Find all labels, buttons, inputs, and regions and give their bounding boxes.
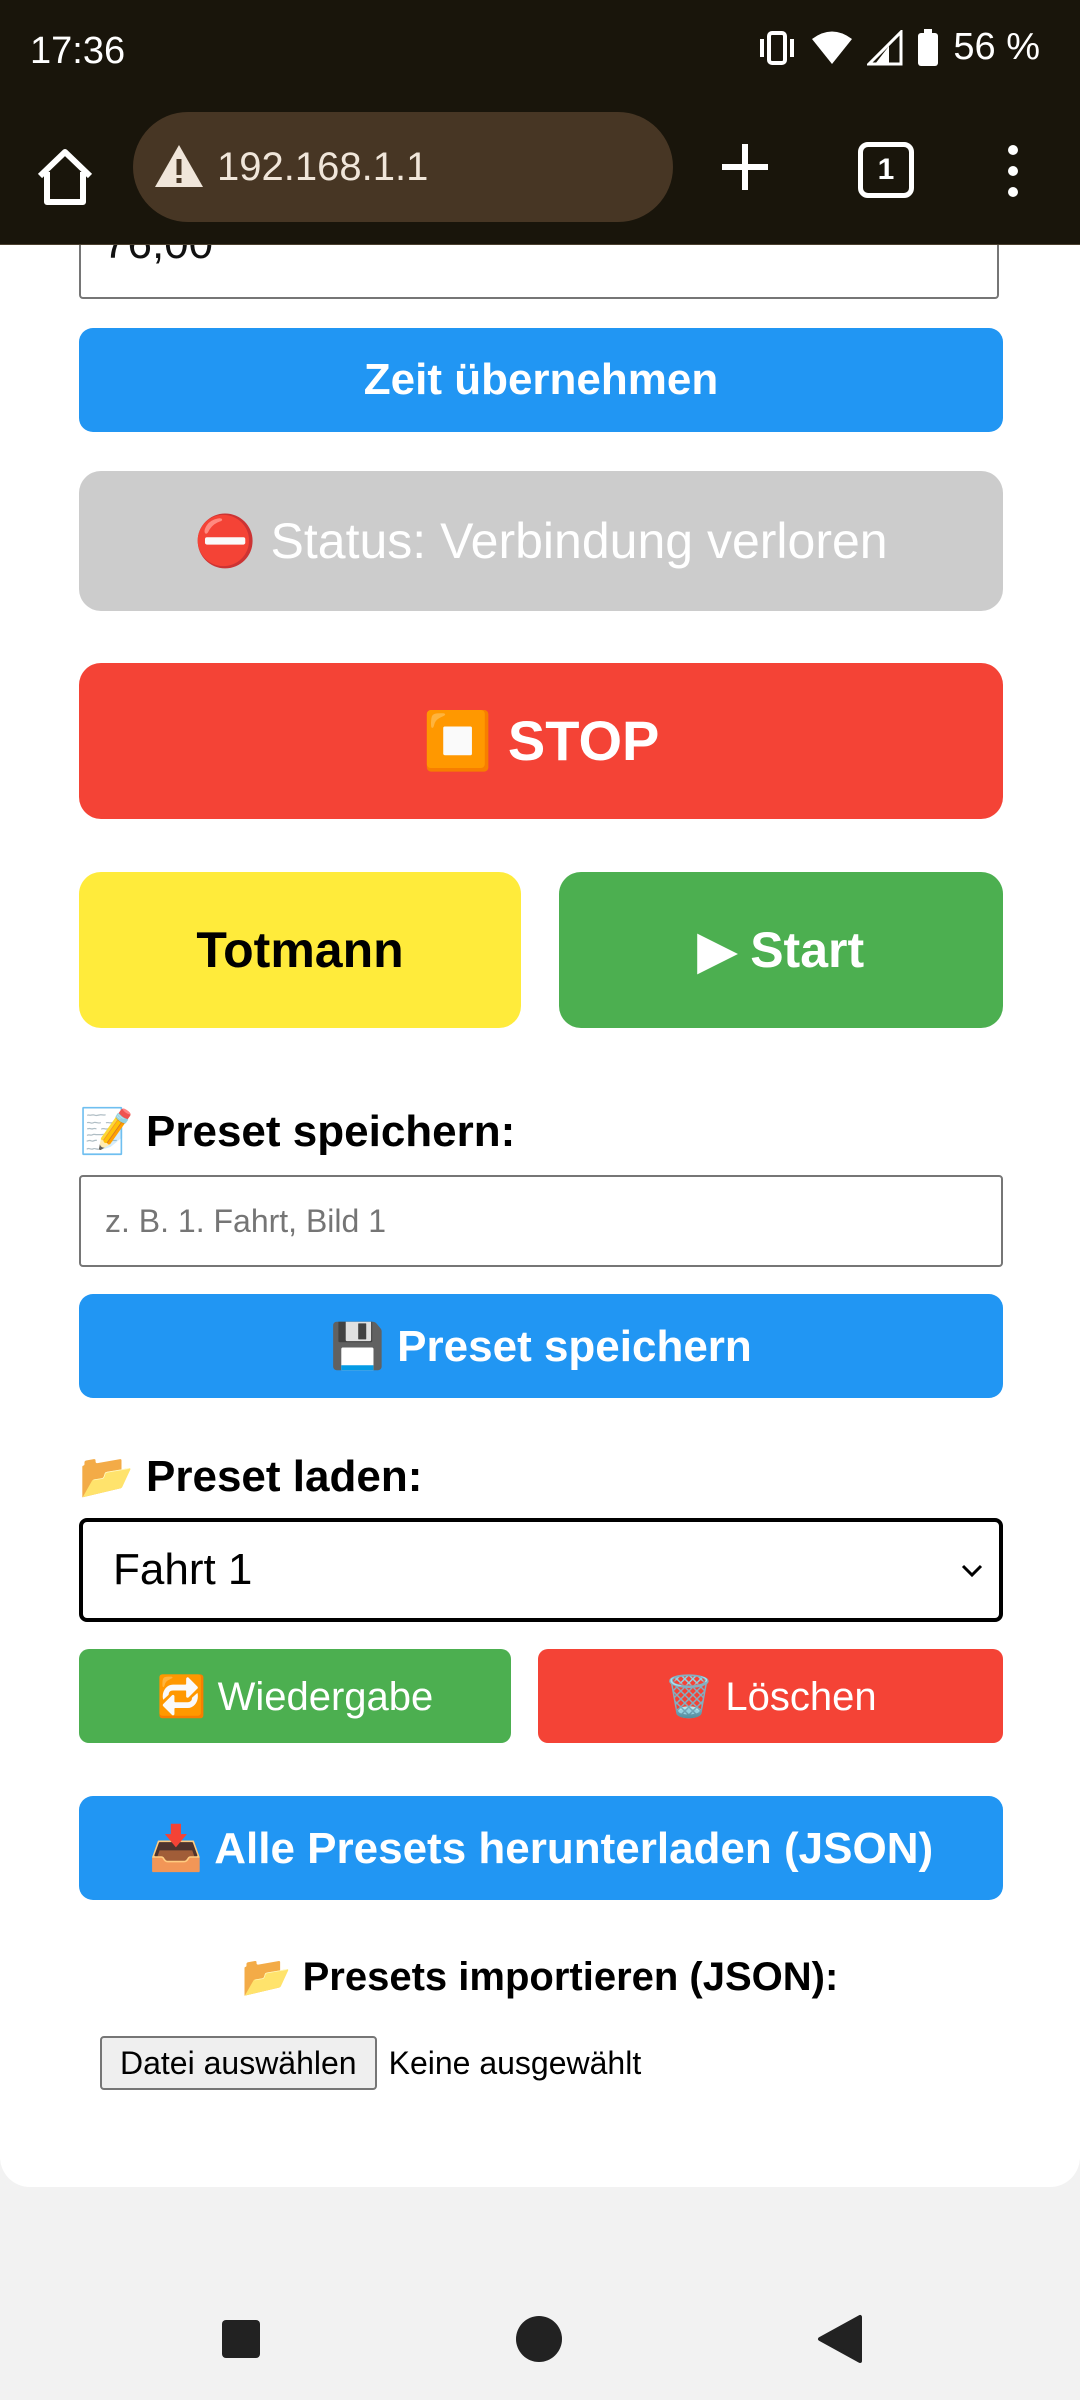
wifi-icon: [812, 31, 853, 64]
url-text[interactable]: 192.168.1.1: [217, 145, 428, 190]
load-preset-heading: 📂 Preset laden:: [79, 1452, 423, 1501]
file-status: Keine ausgewählt: [388, 2044, 642, 2081]
start-button[interactable]: ▶ Start: [559, 872, 1003, 1028]
home-icon[interactable]: [30, 142, 100, 212]
apply-time-button[interactable]: Zeit übernehmen: [79, 328, 1003, 432]
home-nav-icon[interactable]: [516, 2316, 562, 2362]
system-nav-bar: [0, 2250, 1080, 2400]
warning-icon[interactable]: [147, 135, 211, 199]
stop-button[interactable]: ⏹️ STOP: [79, 663, 1003, 819]
battery-icon: [918, 28, 939, 66]
save-preset-heading: 📝 Preset speichern:: [79, 1107, 516, 1156]
back-icon[interactable]: [816, 2314, 862, 2364]
vibrate-icon: [760, 30, 795, 65]
file-input: Datei auswählen Keine ausgewählt: [100, 2036, 641, 2090]
choose-file-button[interactable]: Datei auswählen: [100, 2036, 377, 2090]
battery-percent: 56 %: [953, 26, 1040, 68]
totmann-button[interactable]: Totmann: [79, 872, 521, 1028]
clock: 17:36: [30, 30, 126, 72]
preset-select-value: Fahrt 1: [113, 1545, 253, 1594]
import-heading: 📂 Presets importieren (JSON):: [241, 1955, 839, 1999]
preset-name-input[interactable]: z. B. 1. Fahrt, Bild 1: [79, 1175, 1003, 1267]
playback-button[interactable]: 🔁 Wiedergabe: [79, 1649, 511, 1743]
browser-toolbar: 192.168.1.1 1: [0, 112, 1080, 247]
delete-button[interactable]: 🗑️ Löschen: [538, 1649, 1003, 1743]
system-status-bar: 17:36 56 %: [0, 0, 1080, 112]
save-preset-button[interactable]: 💾 Preset speichern: [79, 1294, 1003, 1398]
time-input[interactable]: 76,00: [79, 245, 999, 299]
tabs-icon[interactable]: 1: [858, 142, 914, 198]
recents-icon[interactable]: [222, 2320, 260, 2358]
address-bar[interactable]: 192.168.1.1: [133, 112, 673, 222]
status-icons: 56 %: [757, 26, 1040, 69]
connection-status: ⛔ Status: Verbindung verloren: [79, 471, 1003, 611]
menu-icon[interactable]: [998, 136, 1028, 206]
chevron-down-icon: [961, 1564, 983, 1578]
signal-icon: [867, 29, 903, 65]
download-all-button[interactable]: 📥 Alle Presets herunterladen (JSON): [79, 1796, 1003, 1900]
new-tab-icon[interactable]: [712, 134, 778, 200]
page-card: 76,00 Zeit übernehmen ⛔ Status: Verbindu…: [0, 245, 1080, 2187]
preset-select[interactable]: Fahrt 1: [79, 1518, 1003, 1622]
